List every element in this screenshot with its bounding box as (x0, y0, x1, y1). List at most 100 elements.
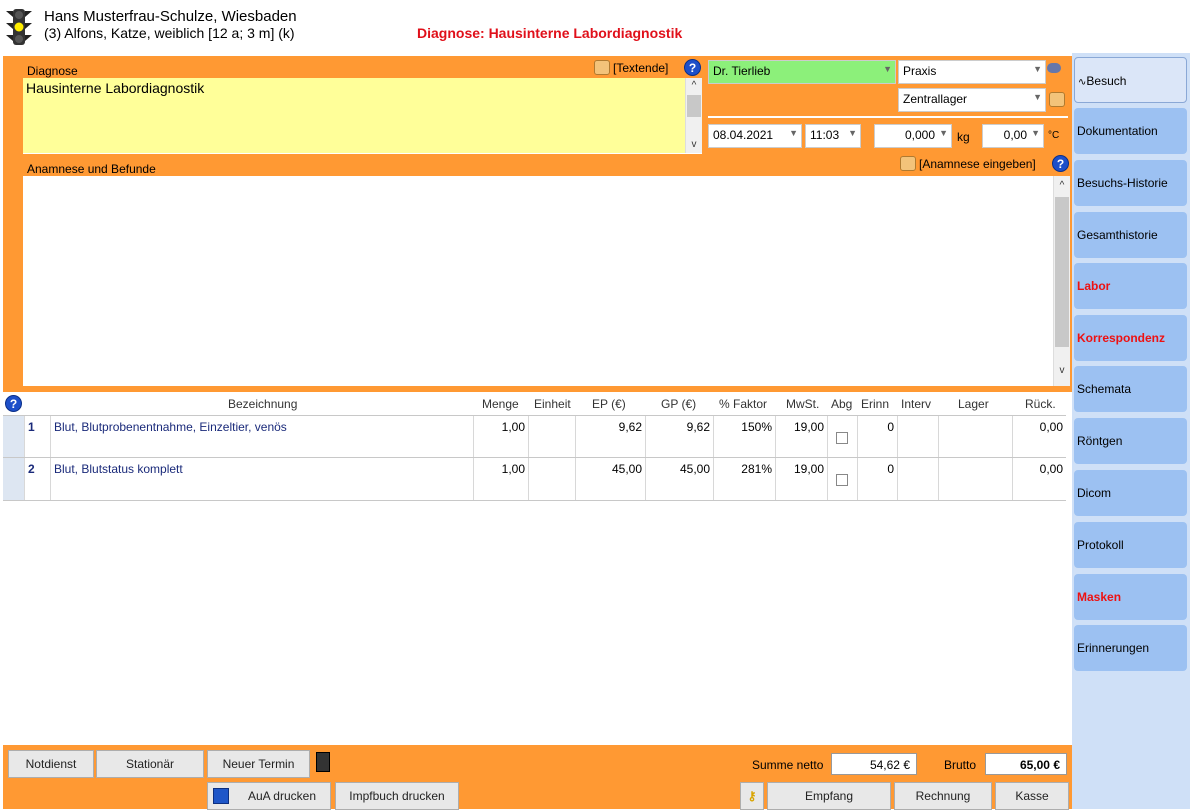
calculator-icon[interactable] (316, 752, 330, 772)
sidebar-item-besuchs-historie[interactable]: Besuchs-Historie (1074, 160, 1187, 206)
location-value: Praxis (903, 64, 937, 78)
table-row[interactable]: 1 Blut, Blutprobenentnahme, Einzeltier, … (3, 415, 1066, 458)
anamnese-help-icon[interactable]: ? (1052, 155, 1069, 172)
sidebar-item-schemata[interactable]: Schemata (1074, 366, 1187, 412)
row-einheit (528, 458, 575, 500)
row-faktor: 150% (713, 416, 775, 457)
save-icon (213, 788, 229, 804)
col-lager[interactable]: Lager (958, 397, 989, 411)
diagnose-text[interactable]: Hausinterne Labordiagnostik (26, 80, 204, 96)
sidebar-item-roentgen[interactable]: Röntgen (1074, 418, 1187, 464)
doctor-select[interactable]: Dr. Tierlieb ▼ (708, 60, 896, 84)
neuer-termin-button[interactable]: Neuer Termin (207, 750, 310, 778)
stationaer-button[interactable]: Stationär (96, 750, 204, 778)
brutto-label: Brutto (944, 758, 977, 772)
key-icon[interactable]: ⚷ (740, 782, 764, 810)
sidebar-item-masken[interactable]: Masken (1074, 574, 1187, 620)
col-bezeichnung[interactable]: Bezeichnung (228, 397, 297, 411)
table-row[interactable]: 2 Blut, Blutstatus komplett 1,00 45,00 4… (3, 458, 1066, 501)
row-einheit (528, 416, 575, 457)
temperature-input[interactable]: 0,00 ▼ (982, 124, 1044, 148)
glasses-icon[interactable] (1047, 63, 1061, 73)
notdienst-button[interactable]: Notdienst (8, 750, 94, 778)
row-ep: 45,00 (575, 458, 645, 500)
person-icon[interactable] (594, 60, 610, 75)
empfang-button[interactable]: Empfang (767, 782, 891, 810)
col-gp[interactable]: GP (€) (661, 397, 696, 411)
row-ep: 9,62 (575, 416, 645, 457)
textende-link[interactable]: [Textende] (613, 61, 668, 75)
col-erinn[interactable]: Erinn (861, 397, 889, 411)
anamnese-textarea[interactable] (23, 176, 1053, 386)
col-einheit[interactable]: Einheit (534, 397, 571, 411)
row-faktor: 281% (713, 458, 775, 500)
table-help-icon[interactable]: ? (5, 395, 22, 412)
sidebar-item-label: Schemata (1077, 382, 1132, 396)
abg-cell (827, 458, 857, 500)
row-selector[interactable] (3, 416, 24, 457)
temperature-unit: °C (1048, 130, 1060, 141)
diagnose-help-icon[interactable]: ? (684, 59, 701, 76)
diagnose-scrollbar[interactable]: ^ v (685, 78, 702, 153)
abg-checkbox[interactable] (836, 432, 848, 444)
aua-drucken-label: AuA drucken (247, 789, 316, 803)
time-picker[interactable]: 11:03 ▼ (805, 124, 861, 148)
col-abg[interactable]: Abg (831, 397, 852, 411)
sidebar-item-label: Besuchs-Historie (1077, 176, 1168, 190)
row-rueck: 0,00 (1012, 458, 1066, 500)
row-gp: 9,62 (645, 416, 713, 457)
sidebar-item-label: Dicom (1077, 486, 1112, 500)
anamnese-label: Anamnese und Befunde (27, 162, 156, 176)
traffic-light-icon (6, 8, 32, 46)
col-menge[interactable]: Menge (482, 397, 519, 411)
summe-netto-label: Summe netto (752, 758, 824, 772)
summe-netto-value: 54,62 € (831, 753, 917, 775)
sidebar-item-labor[interactable]: Labor (1074, 263, 1187, 309)
col-interv[interactable]: Interv (901, 397, 931, 411)
row-menge: 1,00 (473, 458, 528, 500)
location-select[interactable]: Praxis ▼ (898, 60, 1046, 84)
abg-cell (827, 416, 857, 457)
rechnung-button[interactable]: Rechnung (894, 782, 992, 810)
sidebar-item-gesamthistorie[interactable]: Gesamthistorie (1074, 212, 1187, 258)
col-faktor[interactable]: % Faktor (719, 397, 767, 411)
sidebar-item-besuch[interactable]: ∿Besuch (1074, 57, 1187, 103)
sidebar-item-erinnerungen[interactable]: Erinnerungen (1074, 625, 1187, 671)
doctor-value: Dr. Tierlieb (713, 64, 771, 78)
chevron-down-icon: ▼ (1033, 92, 1042, 102)
row-selector[interactable] (3, 458, 24, 500)
anamnese-scrollbar[interactable]: ^ v (1053, 176, 1070, 386)
aua-drucken-button[interactable]: AuA drucken (207, 782, 331, 810)
weight-value: 0,000 (904, 128, 935, 142)
diagnosis-title: Diagnose: Hausinterne Labordiagnostik (417, 25, 683, 41)
row-erinn: 0 (857, 416, 897, 457)
sidebar-item-label: Protokoll (1077, 538, 1124, 552)
row-mwst: 19,00 (775, 416, 827, 457)
col-rueck[interactable]: Rück. (1025, 397, 1056, 411)
row-number: 2 (24, 458, 50, 500)
sidebar-item-korrespondenz[interactable]: Korrespondenz (1074, 315, 1187, 361)
col-ep[interactable]: EP (€) (592, 397, 626, 411)
date-picker[interactable]: 08.04.2021 ▼ (708, 124, 802, 148)
storage-select[interactable]: Zentrallager ▼ (898, 88, 1046, 112)
impfbuch-drucken-button[interactable]: Impfbuch drucken (335, 782, 459, 810)
weight-input[interactable]: 0,000 ▼ (874, 124, 952, 148)
user-search-icon[interactable] (1049, 92, 1065, 107)
col-mwst[interactable]: MwSt. (786, 397, 819, 411)
sidebar-item-dokumentation[interactable]: Dokumentation (1074, 108, 1187, 154)
chevron-down-icon: ▼ (1033, 64, 1042, 74)
row-interv (897, 416, 938, 457)
person-icon[interactable] (900, 156, 916, 171)
anamnese-enter-link[interactable]: [Anamnese eingeben] (919, 157, 1036, 171)
row-number: 1 (24, 416, 50, 457)
chevron-down-icon: ▼ (1031, 128, 1040, 138)
row-erinn: 0 (857, 458, 897, 500)
chevron-down-icon: ▼ (883, 64, 892, 74)
abg-checkbox[interactable] (836, 474, 848, 486)
kasse-button[interactable]: Kasse (995, 782, 1069, 810)
sidebar-item-protokoll[interactable]: Protokoll (1074, 522, 1187, 568)
sidebar-item-dicom[interactable]: Dicom (1074, 470, 1187, 516)
temperature-value: 0,00 (1003, 128, 1027, 142)
divider (708, 116, 1068, 118)
row-mwst: 19,00 (775, 458, 827, 500)
